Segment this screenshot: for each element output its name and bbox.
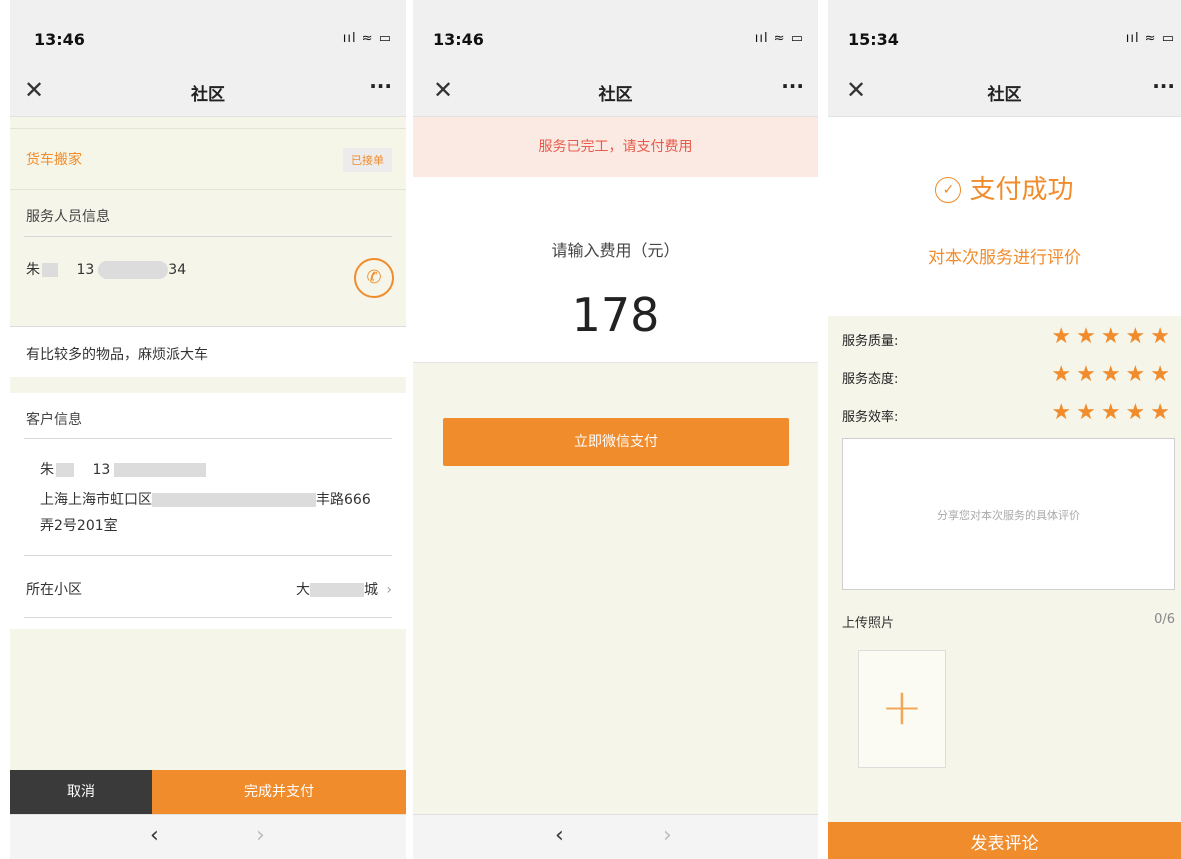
back-icon[interactable]: ‹	[555, 823, 564, 848]
status-badge: 已接单	[343, 148, 392, 172]
payment-success-panel: ✓ 支付成功 对本次服务进行评价	[828, 117, 1181, 316]
comment-placeholder: 分享您对本次服务的具体评价	[937, 509, 1080, 522]
note-text: 有比较多的物品，麻烦派大车	[26, 347, 208, 363]
rate-prompt: 对本次服务进行评价	[928, 248, 1081, 268]
more-icon[interactable]: ···	[781, 74, 804, 98]
customer-address-line1: 上海上海市虹口区 丰路666	[40, 489, 371, 509]
phone-icon[interactable]: ✆	[354, 258, 394, 298]
rating-label: 服务效率:	[842, 410, 899, 425]
staff-info: 朱 13 34	[26, 259, 186, 279]
divider	[24, 236, 392, 237]
divider	[24, 555, 392, 556]
nav-bar: ✕ 社区 ···	[10, 66, 406, 117]
blurred-text	[309, 583, 364, 597]
signal-wifi-battery-icon: ııl ≈ ▭	[1125, 31, 1175, 46]
community-value: 大	[295, 582, 310, 598]
upload-count: 0/6	[1154, 612, 1175, 627]
fee-amount-input[interactable]: 178	[413, 288, 818, 342]
nav-bar: ✕ 社区 ···	[828, 66, 1181, 117]
community-value: 城	[363, 582, 378, 598]
blurred-text	[42, 263, 58, 277]
staff-name: 朱	[26, 262, 40, 278]
fee-input-panel: 请输入费用（元） 178	[413, 177, 818, 363]
submit-review-button[interactable]: 发表评论	[828, 822, 1181, 859]
screen-payment: 13:46 ııl ≈ ▭ ✕ 社区 ··· 服务已完工，请支付费用 请输入费用…	[413, 0, 818, 859]
customer-phone-prefix: 13	[92, 462, 111, 478]
blurred-text	[152, 493, 316, 507]
fee-label: 请输入费用（元）	[551, 241, 680, 260]
cancel-button[interactable]: 取消	[10, 770, 152, 814]
signal-wifi-battery-icon: ııl ≈ ▭	[342, 31, 392, 46]
blurred-text	[114, 463, 207, 477]
comment-input[interactable]: 分享您对本次服务的具体评价	[842, 438, 1175, 590]
customer-name: 朱	[40, 462, 54, 478]
rating-label: 服务质量:	[842, 334, 899, 349]
back-icon[interactable]: ‹	[150, 823, 159, 848]
status-time: 13:46	[34, 30, 85, 49]
plus-icon: +	[881, 678, 923, 736]
forward-icon[interactable]: ›	[256, 823, 265, 848]
screen-review: 15:34 ııl ≈ ▭ ✕ 社区 ··· ✓ 支付成功 对本次服务进行评价 服…	[828, 0, 1181, 859]
rating-row-efficiency: 服务效率: ★★★★★	[828, 400, 1181, 430]
check-circle-icon: ✓	[935, 177, 962, 203]
order-note: 有比较多的物品，麻烦派大车	[10, 326, 406, 377]
more-icon[interactable]: ···	[369, 74, 392, 98]
address-part: 丰路666	[316, 492, 371, 508]
order-service-name: 货车搬家	[26, 152, 82, 168]
staff-phone-suffix: 34	[168, 262, 187, 278]
status-bar: 15:34 ııl ≈ ▭	[828, 0, 1181, 66]
browser-toolbar: ‹ ›	[10, 814, 406, 859]
completion-banner: 服务已完工，请支付费用	[413, 117, 818, 177]
blurred-text	[56, 463, 74, 477]
star-rating-icon[interactable]: ★★★★★	[1051, 362, 1175, 387]
status-bar: 13:46 ııl ≈ ▭	[413, 0, 818, 66]
page-title: 社区	[191, 85, 225, 105]
signal-wifi-battery-icon: ııl ≈ ▭	[754, 31, 804, 46]
customer-address-line2: 弄2号201室	[40, 518, 118, 534]
address-part: 上海上海市虹口区	[40, 492, 152, 508]
nav-bar: ✕ 社区 ···	[413, 66, 818, 117]
order-header: 货车搬家 已接单	[10, 128, 406, 190]
browser-toolbar: ‹ ›	[413, 814, 818, 859]
payment-success: ✓ 支付成功	[828, 169, 1181, 206]
forward-icon[interactable]: ›	[663, 823, 672, 848]
status-time: 15:34	[848, 30, 899, 49]
page-title: 社区	[598, 85, 633, 105]
rating-row-attitude: 服务态度: ★★★★★	[828, 362, 1181, 392]
star-rating-icon[interactable]: ★★★★★	[1051, 324, 1175, 349]
complete-pay-button[interactable]: 完成并支付	[152, 770, 406, 814]
success-text: 支付成功	[969, 175, 1074, 205]
star-rating-icon[interactable]: ★★★★★	[1051, 400, 1175, 425]
more-icon[interactable]: ···	[1152, 74, 1175, 98]
page-title: 社区	[987, 85, 1022, 105]
wechat-pay-button[interactable]: 立即微信支付	[443, 418, 789, 466]
customer-section-title: 客户信息	[26, 412, 82, 428]
status-bar: 13:46 ııl ≈ ▭	[10, 0, 406, 66]
staff-phone-prefix: 13	[76, 262, 95, 278]
customer-contact: 朱 13	[40, 459, 207, 479]
chevron-right-icon: ›	[386, 582, 392, 598]
customer-card: 客户信息 朱 13 上海上海市虹口区 丰路666 弄2号201室 所在小区 大 城 …	[10, 393, 406, 629]
add-photo-button[interactable]: +	[858, 650, 946, 768]
divider	[24, 438, 392, 439]
rating-label: 服务态度:	[842, 372, 899, 387]
rating-row-quality: 服务质量: ★★★★★	[828, 324, 1181, 354]
staff-section-title: 服务人员信息	[26, 209, 110, 225]
status-time: 13:46	[433, 30, 484, 49]
upload-label: 上传照片	[842, 616, 895, 631]
banner-text: 服务已完工，请支付费用	[538, 139, 693, 155]
screen-order-detail: 13:46 ııl ≈ ▭ ✕ 社区 ··· 货车搬家 已接单 服务人员信息 朱…	[10, 0, 406, 859]
community-selector[interactable]: 大 城 ›	[296, 579, 392, 599]
divider	[24, 617, 392, 618]
bottom-action-bar: 取消 完成并支付	[10, 770, 406, 814]
community-label: 所在小区	[26, 582, 82, 598]
blurred-text	[98, 261, 169, 279]
